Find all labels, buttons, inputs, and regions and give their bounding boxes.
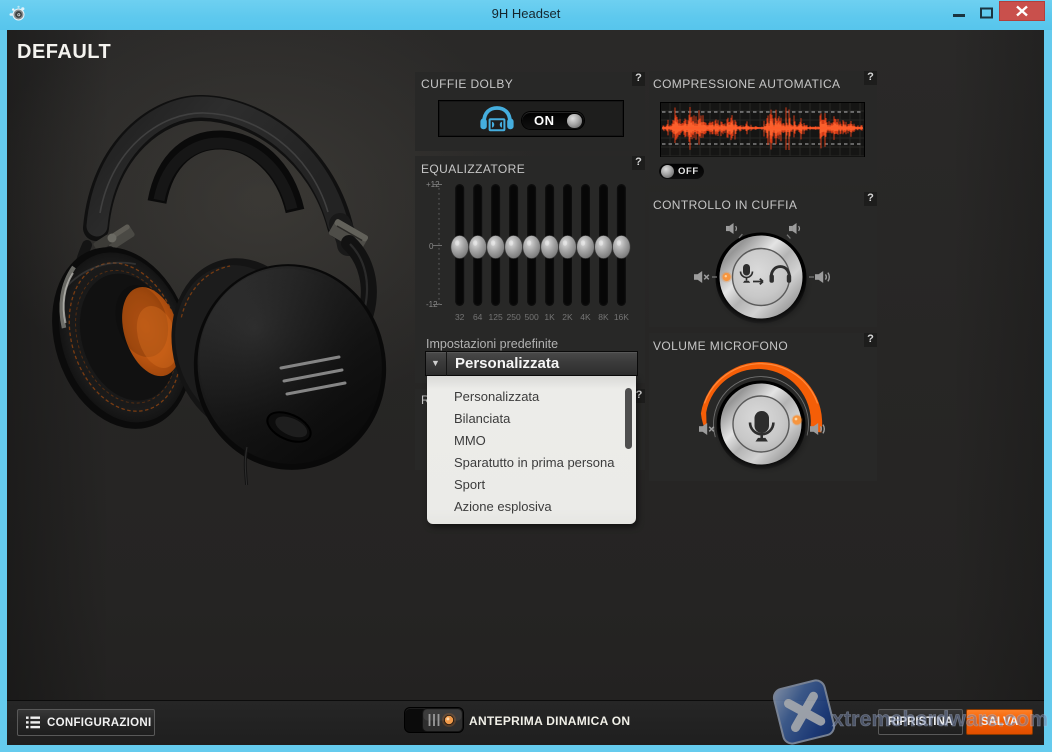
svg-text:64: 64	[473, 312, 483, 322]
svg-text:0: 0	[429, 242, 434, 251]
svg-text:250: 250	[507, 312, 521, 322]
svg-text:2K: 2K	[562, 312, 573, 322]
svg-text:xtremehardware.com: xtremehardware.com	[832, 707, 1048, 731]
svg-text:32: 32	[455, 312, 465, 322]
svg-text:125: 125	[489, 312, 503, 322]
svg-text:4K: 4K	[580, 312, 591, 322]
svg-text:8K: 8K	[598, 312, 609, 322]
svg-text:500: 500	[525, 312, 539, 322]
svg-text:1K: 1K	[544, 312, 555, 322]
svg-text:16K: 16K	[614, 312, 629, 322]
